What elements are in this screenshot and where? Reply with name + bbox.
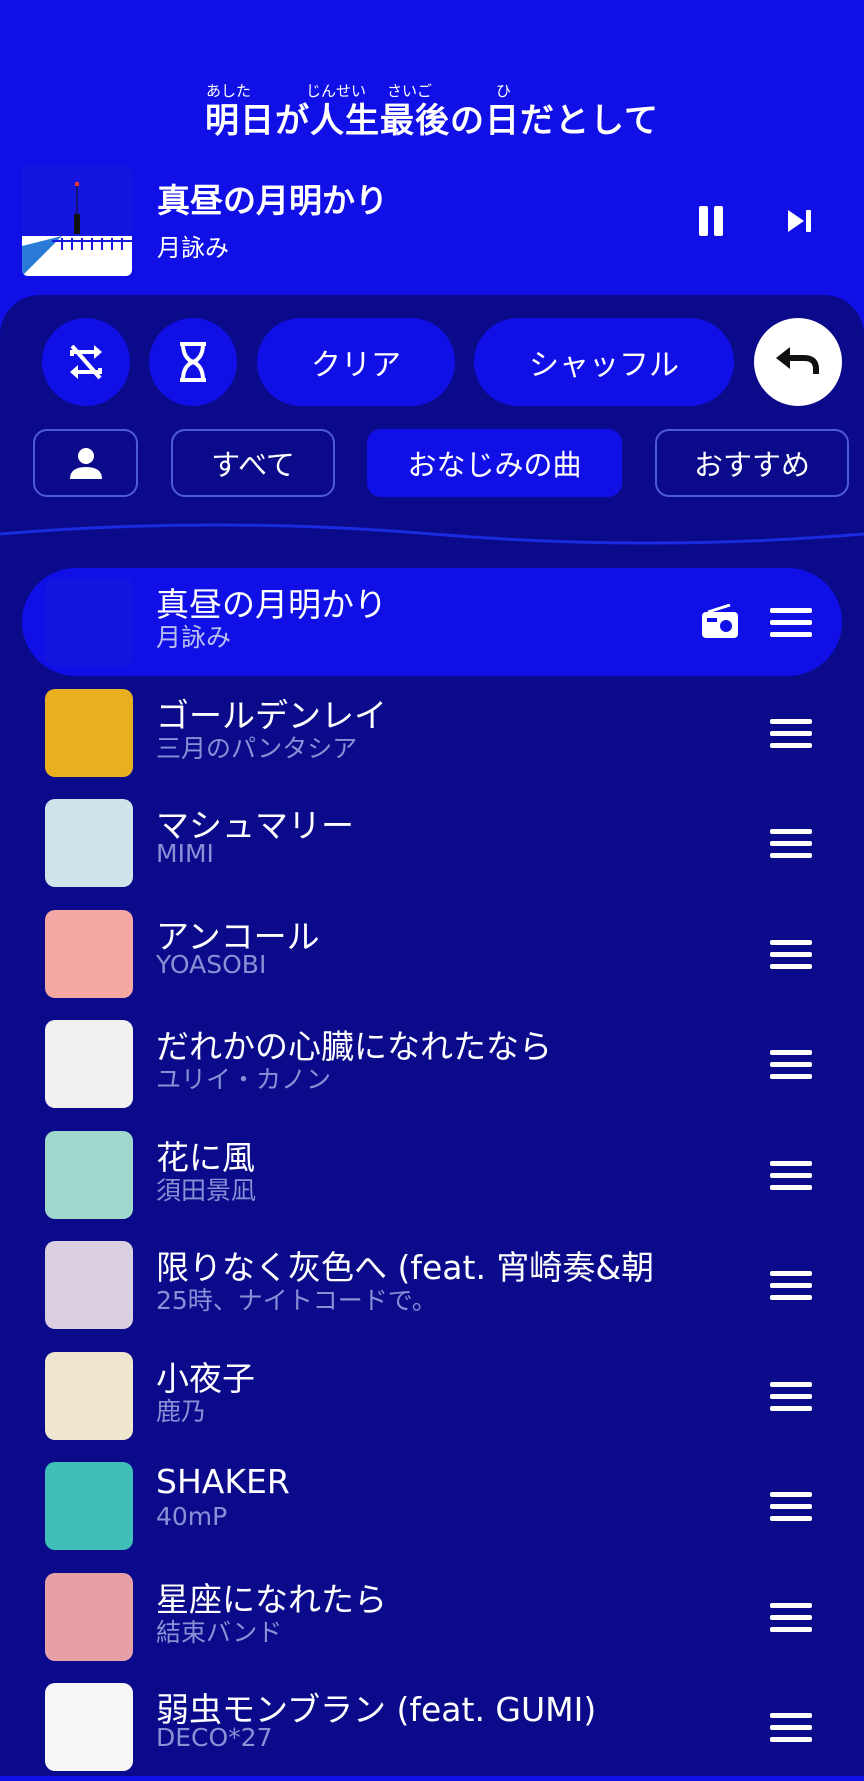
track-artist: 25時、ナイトコードで。 <box>156 1286 437 1315</box>
track-artwork <box>45 1020 133 1108</box>
filter-recommended-chip[interactable]: おすすめ <box>655 429 849 497</box>
lyrics-ruby: あした じんせい さいご ひ <box>0 80 864 100</box>
track-artwork <box>45 1351 133 1440</box>
track-artist: YOASOBI <box>156 949 267 979</box>
drag-handle-icon[interactable] <box>770 1381 812 1412</box>
drag-handle-icon[interactable] <box>770 1271 812 1301</box>
artist-filter-chip[interactable] <box>33 429 138 497</box>
drag-handle-icon[interactable] <box>770 1050 812 1080</box>
repeat-off-button[interactable] <box>42 318 130 406</box>
queue-row[interactable]: 限りなく灰色へ (feat. 宵崎奏&朝 25時、ナイトコードで。 <box>22 1231 842 1339</box>
track-artist: 40mP <box>156 1502 228 1531</box>
track-artwork <box>45 1462 133 1550</box>
ruby-4: ひ <box>496 82 512 100</box>
track-artwork <box>45 1572 133 1661</box>
shuffle-button[interactable]: シャッフル <box>474 318 734 406</box>
track-artist: MIMI <box>156 839 214 868</box>
clear-button[interactable]: クリア <box>257 318 455 406</box>
drag-handle-icon[interactable] <box>770 718 812 749</box>
radio-icon[interactable] <box>700 603 740 640</box>
ruby-1: あした <box>206 82 252 100</box>
undo-button[interactable] <box>754 318 842 406</box>
header-area: あした じんせい さいご ひ 明日が人生最後の日だとして 真昼の月明かり 月詠み <box>0 0 864 300</box>
sleep-timer-button[interactable] <box>149 318 237 406</box>
drag-handle-icon[interactable] <box>770 1160 812 1191</box>
track-artwork <box>45 909 133 998</box>
now-playing-title: 真昼の月明かり <box>157 181 388 220</box>
queue-row[interactable]: ゴールデンレイ 三月のパンタシア <box>22 679 842 787</box>
drag-handle-icon[interactable] <box>770 608 812 638</box>
hourglass-icon <box>180 342 206 382</box>
drag-handle-icon[interactable] <box>770 1602 812 1633</box>
queue-row[interactable]: アンコール YOASOBI <box>22 900 842 1008</box>
skip-next-icon <box>788 210 811 232</box>
now-playing-artwork <box>22 166 132 276</box>
track-artwork <box>45 1130 133 1219</box>
queue-row[interactable]: 花に風 須田景凪 <box>22 1121 842 1229</box>
drag-handle-icon[interactable] <box>770 1492 812 1522</box>
filter-all-chip[interactable]: すべて <box>171 429 335 497</box>
drag-handle-icon[interactable] <box>770 829 812 859</box>
track-artist: ユリイ・カノン <box>156 1065 332 1094</box>
queue-row[interactable]: 弱虫モンブラン (feat. GUMI) DECO*27 <box>22 1673 842 1781</box>
track-artwork <box>45 799 133 887</box>
person-icon <box>69 448 102 479</box>
track-artist: 三月のパンタシア <box>156 733 358 763</box>
now-playing-artist: 月詠み <box>157 234 229 262</box>
filter-familiar-chip[interactable]: おなじみの曲 <box>367 429 622 497</box>
track-artwork <box>45 688 133 777</box>
queue-row[interactable]: SHAKER 40mP <box>22 1452 842 1560</box>
queue-row-current[interactable]: 真昼の月明かり 月詠み <box>22 568 842 676</box>
track-title: SHAKER <box>156 1462 290 1501</box>
drag-handle-icon[interactable] <box>770 939 812 970</box>
track-artwork <box>45 1241 133 1329</box>
track-artwork <box>45 578 133 666</box>
divider-wave <box>0 523 864 545</box>
track-artist: 結束バンド <box>156 1617 283 1647</box>
repeat-off-icon <box>70 344 102 380</box>
pause-button[interactable] <box>694 204 728 238</box>
skip-next-button[interactable] <box>782 204 816 238</box>
queue-row[interactable]: だれかの心臓になれたなら ユリイ・カノン <box>22 1010 842 1118</box>
now-playing-bar[interactable]: 真昼の月明かり 月詠み <box>22 166 842 276</box>
lyric-line: 明日が人生最後の日だとして <box>205 101 659 141</box>
undo-icon <box>776 347 819 374</box>
lyrics: あした じんせい さいご ひ 明日が人生最後の日だとして <box>0 80 864 142</box>
queue-row[interactable]: 小夜子 鹿乃 <box>22 1342 842 1450</box>
ruby-3: さいご <box>387 82 433 100</box>
track-artist: DECO*27 <box>156 1723 273 1752</box>
track-artwork <box>45 1683 133 1771</box>
track-artist: 須田景凪 <box>156 1175 257 1205</box>
queue-row[interactable]: マシュマリー MIMI <box>22 789 842 897</box>
track-artist: 月詠み <box>156 623 232 652</box>
ruby-2: じんせい <box>306 82 367 100</box>
drag-handle-icon[interactable] <box>770 1713 812 1743</box>
track-artist: 鹿乃 <box>156 1396 207 1426</box>
queue-row[interactable]: 星座になれたら 結束バンド <box>22 1563 842 1671</box>
